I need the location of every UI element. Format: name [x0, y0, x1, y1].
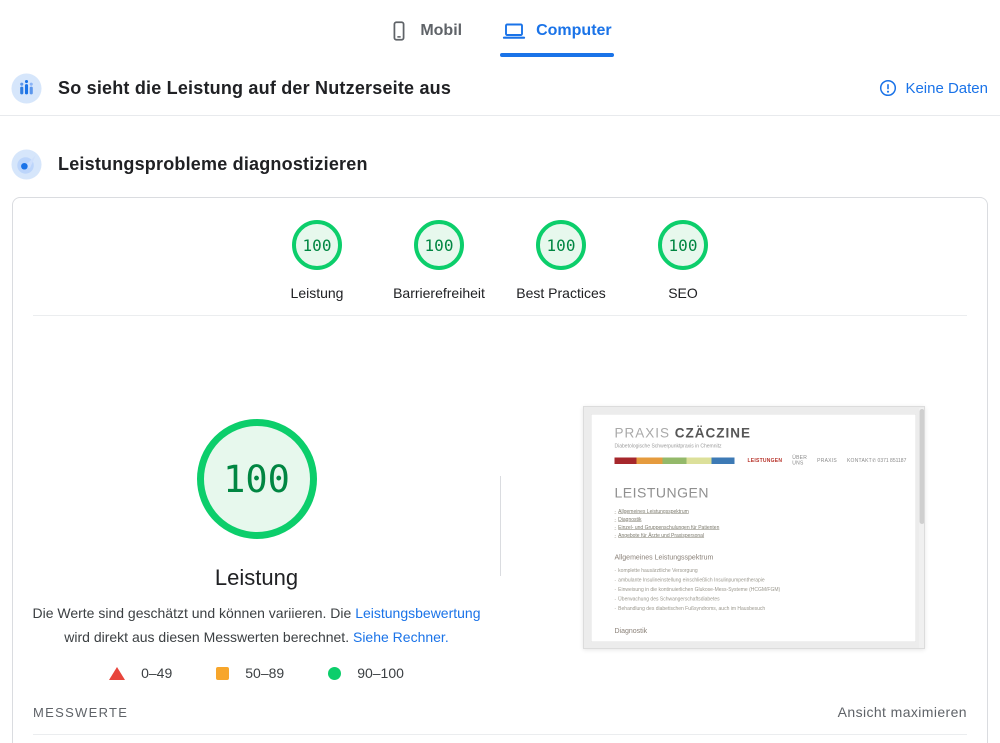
- screenshot-section-heading: Diagnostik: [615, 627, 896, 635]
- performance-gauge-column: 100 Leistung Die Werte sind geschätzt un…: [13, 316, 500, 687]
- performance-gauge: 100: [197, 419, 317, 539]
- tab-computer[interactable]: Computer: [502, 14, 612, 48]
- field-data-icon: [11, 73, 42, 104]
- score-value: 100: [303, 236, 332, 255]
- screenshot-nav-item: LEISTUNGEN: [748, 458, 783, 464]
- score-label: Best Practices: [516, 285, 605, 302]
- lab-data-icon: [11, 149, 42, 180]
- screenshot-list-item: Einweisung in die kontinuierlichen Gluko…: [618, 587, 780, 593]
- score-range-legend: 0–49 50–89 90–100: [109, 665, 404, 681]
- disclaimer-text-1: Die Werte sind geschätzt und können vari…: [32, 605, 355, 621]
- score-disclaimer: Die Werte sind geschätzt und können vari…: [27, 601, 487, 649]
- legend-pass-range: 90–100: [328, 665, 404, 681]
- lab-data-header: Leistungsprobleme diagnostizieren: [0, 148, 1000, 180]
- screenshot-toc-list: -Allgemeines Leistungsspektrum -Diagnost…: [615, 508, 896, 540]
- score-label: SEO: [668, 285, 698, 302]
- screenshot-site-navbar: LEISTUNGEN ÜBER UNS PRAXIS KONTAKT ✆ 037…: [615, 455, 896, 466]
- leistungsbewertung-link[interactable]: Leistungsbewertung: [355, 605, 480, 621]
- screenshot-nav-item: PRAXIS: [817, 458, 837, 464]
- screenshot-nav-item: KONTAKT: [847, 458, 872, 464]
- screenshot-phone-number: ✆ 0371 851187: [872, 458, 906, 464]
- lighthouse-card: 100 Leistung 100 Barrierefreiheit 100 Be…: [12, 197, 988, 743]
- screenshot-colorbar: [615, 457, 735, 464]
- score-leistung[interactable]: 100 Leistung: [256, 220, 378, 302]
- no-data-label: Keine Daten: [905, 80, 988, 97]
- screenshot-scrollbar: [919, 408, 925, 648]
- legend-range-label: 50–89: [245, 665, 284, 681]
- score-value: 100: [547, 236, 576, 255]
- score-gauge: 100: [536, 220, 586, 270]
- screenshot-nav-item: ÜBER UNS: [792, 455, 807, 466]
- screenshot-toc-link: Einzel- und Gruppenschulungen für Patien…: [618, 525, 719, 531]
- no-data-link[interactable]: Keine Daten: [879, 79, 990, 97]
- performance-gauge-label: Leistung: [215, 563, 298, 593]
- device-tabbar: Mobil Computer: [0, 0, 1000, 48]
- performance-score-value: 100: [223, 458, 290, 501]
- page-screenshot-thumbnail[interactable]: PRAXIS CZÄCZINE Diabetologische Schwerpu…: [583, 406, 925, 649]
- tab-computer-label: Computer: [536, 22, 612, 40]
- score-gauge: 100: [658, 220, 708, 270]
- screenshot-diagnostik-list: -sofortige Verfügbarkeit wichtiger Stoff…: [615, 640, 896, 643]
- screenshot-column: PRAXIS CZÄCZINE Diabetologische Schwerpu…: [500, 316, 987, 687]
- maximize-view-button[interactable]: Ansicht maximieren: [838, 704, 967, 720]
- screenshot-toc-link: Angebote für Ärzte und Praxispersonal: [618, 533, 704, 539]
- score-barrierefreiheit[interactable]: 100 Barrierefreiheit: [378, 220, 500, 302]
- legend-average-range: 50–89: [216, 665, 284, 681]
- score-value: 100: [425, 236, 454, 255]
- score-best-practices[interactable]: 100 Best Practices: [500, 220, 622, 302]
- screenshot-site-tagline: Diabetologische Schwerpunktpraxis in Che…: [615, 444, 896, 450]
- screenshot-scrollbar-thumb: [920, 409, 925, 524]
- messwerte-divider: [33, 734, 967, 735]
- screenshot-list-item: Behandlung des diabetischen Fußsyndroms,…: [618, 606, 765, 612]
- score-value: 100: [669, 236, 698, 255]
- tab-mobil[interactable]: Mobil: [388, 14, 462, 48]
- smartphone-icon: [388, 20, 410, 42]
- header-divider: [0, 115, 1000, 116]
- field-section-title: So sieht die Leistung auf der Nutzerseit…: [58, 78, 451, 99]
- screenshot-toc-link: Allgemeines Leistungsspektrum: [618, 509, 689, 515]
- red-triangle-icon: [109, 667, 125, 680]
- active-tab-underline: [500, 53, 614, 57]
- green-circle-icon: [328, 667, 341, 680]
- orange-square-icon: [216, 667, 229, 680]
- info-icon: [879, 79, 897, 97]
- legend-range-label: 90–100: [357, 665, 404, 681]
- screenshot-toc-link: Diagnostik: [618, 517, 641, 523]
- screenshot-service-list: -komplette hausärztliche Versorgung -amb…: [615, 566, 896, 614]
- laptop-icon: [502, 19, 526, 43]
- score-label: Leistung: [291, 285, 344, 302]
- score-label: Barrierefreiheit: [393, 285, 485, 302]
- screenshot-site-brand: PRAXIS CZÄCZINE: [615, 426, 896, 442]
- disclaimer-text-2: wird direkt aus diesen Messwerten berech…: [64, 629, 353, 645]
- legend-range-label: 0–49: [141, 665, 172, 681]
- category-scores-row: 100 Leistung 100 Barrierefreiheit 100 Be…: [13, 198, 987, 302]
- screenshot-list-item: Überwachung des Schwangerschaftsdiabetes: [618, 597, 719, 603]
- siehe-rechner-link[interactable]: Siehe Rechner.: [353, 629, 449, 645]
- score-seo[interactable]: 100 SEO: [622, 220, 744, 302]
- screenshot-list-item: komplette hausärztliche Versorgung: [618, 568, 697, 574]
- messwerte-label: MESSWERTE: [33, 705, 128, 720]
- screenshot-page-heading: LEISTUNGEN: [615, 485, 896, 501]
- screenshot-image: PRAXIS CZÄCZINE Diabetologische Schwerpu…: [584, 407, 925, 649]
- field-data-header: So sieht die Leistung auf der Nutzerseit…: [0, 72, 1000, 104]
- screenshot-section-heading: Allgemeines Leistungsspektrum: [615, 553, 896, 561]
- score-gauge: 100: [292, 220, 342, 270]
- score-gauge: 100: [414, 220, 464, 270]
- messwerte-header-row: MESSWERTE Ansicht maximieren: [33, 703, 967, 721]
- pagespeed-report: Mobil Computer So sieht die Leistung auf…: [0, 0, 1000, 743]
- screenshot-page: PRAXIS CZÄCZINE Diabetologische Schwerpu…: [591, 414, 916, 642]
- performance-main-area: 100 Leistung Die Werte sind geschätzt un…: [13, 316, 987, 687]
- legend-fail-range: 0–49: [109, 665, 172, 681]
- tab-mobil-label: Mobil: [420, 22, 462, 40]
- screenshot-list-item: sofortige Verfügbarkeit wichtiger Stoffw…: [618, 642, 836, 643]
- screenshot-list-item: ambulante Insulineinstellung einschließl…: [618, 578, 764, 584]
- lab-section-title: Leistungsprobleme diagnostizieren: [58, 154, 368, 175]
